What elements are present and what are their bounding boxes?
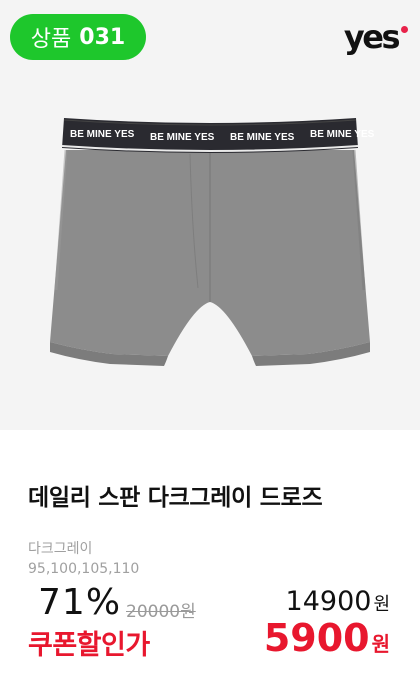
sale-price: 14900 원	[286, 586, 390, 617]
product-color: 다크그레이	[28, 541, 93, 557]
waistband-text-1: BE MINE YES	[70, 129, 135, 140]
coupon-price-unit: 원	[371, 632, 390, 656]
waistband-text-3: BE MINE YES	[230, 132, 295, 143]
badge-label: 상품	[30, 27, 72, 52]
product-hero: 상품 031 yes BE MINE YES BE MINE YES BE MI…	[0, 0, 420, 430]
waistband-text-2: BE MINE YES	[150, 132, 215, 143]
product-title[interactable]: 데일리 스판 다크그레이 드로즈	[28, 478, 323, 512]
badge-number: 031	[79, 24, 126, 50]
brand-logo-dot	[401, 26, 408, 33]
product-sizes: 95,100,105,110	[28, 561, 140, 577]
sale-price-value: 14900	[285, 586, 372, 617]
sale-price-unit: 원	[373, 594, 390, 615]
original-price: 20000원	[126, 602, 196, 622]
boxer-briefs-image[interactable]: BE MINE YES BE MINE YES BE MINE YES BE M…	[40, 110, 380, 400]
discount-rate: 71%	[38, 582, 121, 623]
coupon-price-label: 쿠폰할인가	[28, 630, 150, 661]
waistband-text-4: BE MINE YES	[310, 129, 375, 140]
discount-value: 71	[38, 582, 86, 623]
brand-logo: yes	[344, 20, 408, 54]
coupon-price-value: 5900	[263, 616, 370, 660]
brand-logo-text: yes	[343, 18, 401, 56]
product-number-badge: 상품 031	[10, 14, 146, 60]
coupon-price: 5900 원	[264, 616, 390, 660]
discount-unit: %	[85, 582, 122, 623]
